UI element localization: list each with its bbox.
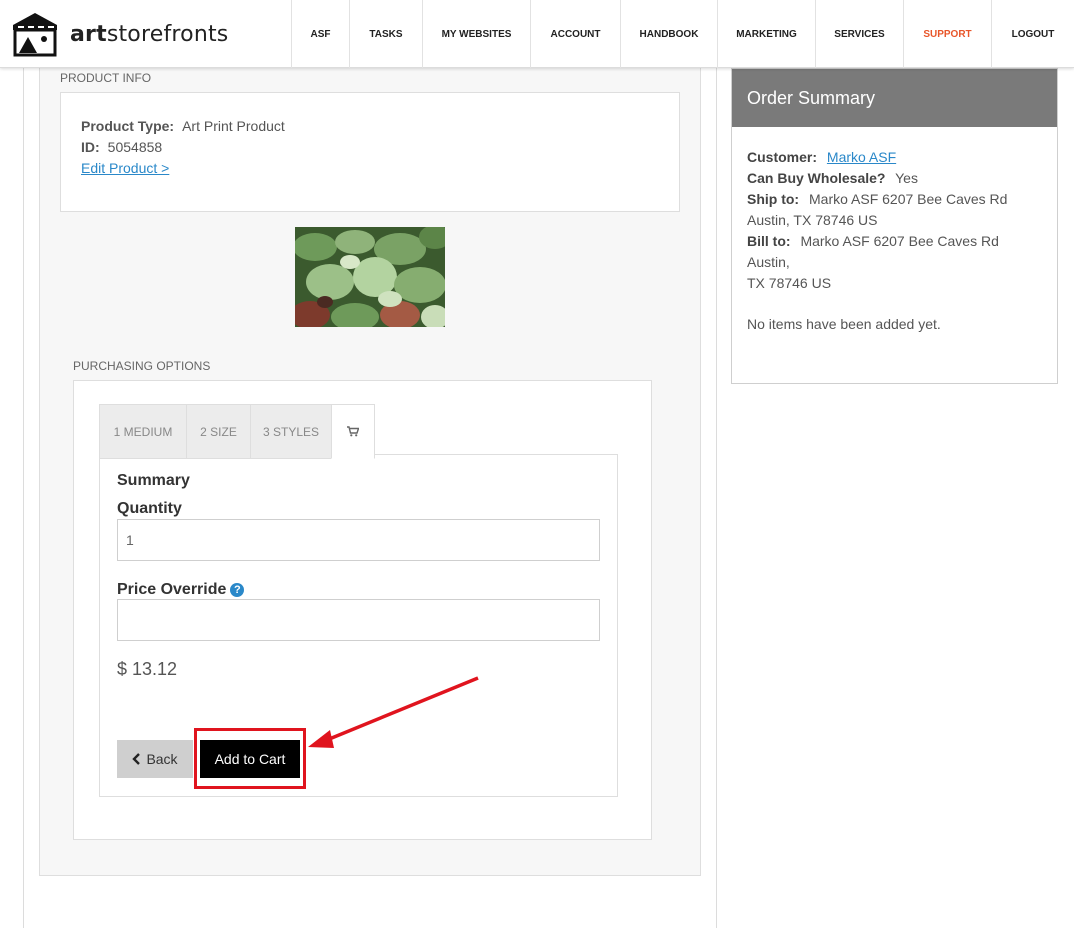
nav-services[interactable]: SERVICES [815,0,903,68]
order-summary-title: Order Summary [732,69,1057,127]
ship-to-line1: Marko ASF 6207 Bee Caves Rd [809,191,1008,207]
logo-text: artstorefronts [70,21,229,47]
ship-to-label: Ship to: [747,191,800,207]
product-type-label: Product Type: [81,118,175,134]
order-summary-body: Customer: Marko ASF Can Buy Wholesale? Y… [732,127,1057,335]
product-thumbnail [295,227,445,327]
purchasing-tabs: 1 MEDIUM 2 SIZE 3 STYLES [99,404,375,459]
help-icon[interactable]: ? [230,583,245,597]
tab-styles[interactable]: 3 STYLES [250,404,331,459]
quantity-label: Quantity [117,500,182,517]
ship-to-line2: Austin, TX 78746 US [747,212,878,228]
product-id-label: ID: [81,139,100,155]
back-button-label: Back [146,751,178,767]
nav-marketing[interactable]: MARKETING [717,0,815,68]
nav-logout[interactable]: LOGOUT [991,0,1074,68]
nav-handbook[interactable]: HANDBOOK [620,0,717,68]
column-divider [716,68,717,928]
wholesale-value: Yes [895,170,918,186]
nav-support[interactable]: SUPPORT [903,0,991,68]
storefront-logo-icon [13,13,57,57]
customer-label: Customer: [747,149,818,165]
product-image [295,227,445,327]
nav-asf[interactable]: ASF [291,0,349,68]
price-display: $ 13.12 [117,659,178,679]
product-id-value: 5054858 [107,139,163,155]
wholesale-label: Can Buy Wholesale? [747,170,886,186]
edit-product-link[interactable]: Edit Product > [81,160,169,176]
tab-size[interactable]: 2 SIZE [186,404,250,459]
product-id-row: ID: 5054858 [81,139,162,155]
top-header: artstorefronts ASF TASKS MY WEBSITES ACC… [0,0,1074,68]
order-empty-message: No items have been added yet. [747,316,941,332]
summary-heading: Summary [117,472,190,489]
price-override-label-row: Price Override? [117,581,245,599]
ship-to-row: Ship to: Marko ASF 6207 Bee Caves Rd Aus… [747,189,1042,231]
customer-row: Customer: Marko ASF [747,147,1042,168]
logo[interactable]: artstorefronts [10,10,228,58]
product-type-value: Art Print Product [182,118,285,134]
product-info-heading: PRODUCT INFO [60,71,152,85]
nav-account[interactable]: ACCOUNT [530,0,620,68]
purchasing-options-heading: PURCHASING OPTIONS [73,359,211,373]
price-override-input[interactable] [117,599,600,641]
bill-to-label: Bill to: [747,233,791,249]
edit-product-row: Edit Product > [81,160,169,176]
annotation-arrow-icon [308,676,479,748]
add-to-cart-button[interactable]: Add to Cart [200,740,300,778]
product-type-row: Product Type: Art Print Product [81,118,285,134]
cart-icon [347,426,359,437]
tab-medium[interactable]: 1 MEDIUM [99,404,186,459]
bill-to-row: Bill to: Marko ASF 6207 Bee Caves Rd Aus… [747,231,1042,294]
left-divider [23,68,24,928]
quantity-input[interactable] [117,519,600,561]
back-button[interactable]: Back [117,740,193,778]
order-summary: Order Summary Customer: Marko ASF Can Bu… [731,68,1058,384]
nav-my-websites[interactable]: MY WEBSITES [422,0,530,68]
main-nav: ASF TASKS MY WEBSITES ACCOUNT HANDBOOK M… [291,0,1074,68]
tab-cart[interactable] [331,404,375,459]
bill-to-line2: TX 78746 US [747,275,832,291]
price-override-label: Price Override [117,581,227,598]
nav-tasks[interactable]: TASKS [349,0,422,68]
chevron-left-icon [132,753,141,765]
customer-link[interactable]: Marko ASF [827,149,896,165]
wholesale-row: Can Buy Wholesale? Yes [747,168,1042,189]
product-info-box: Product Type: Art Print Product ID: 505485… [60,92,680,212]
